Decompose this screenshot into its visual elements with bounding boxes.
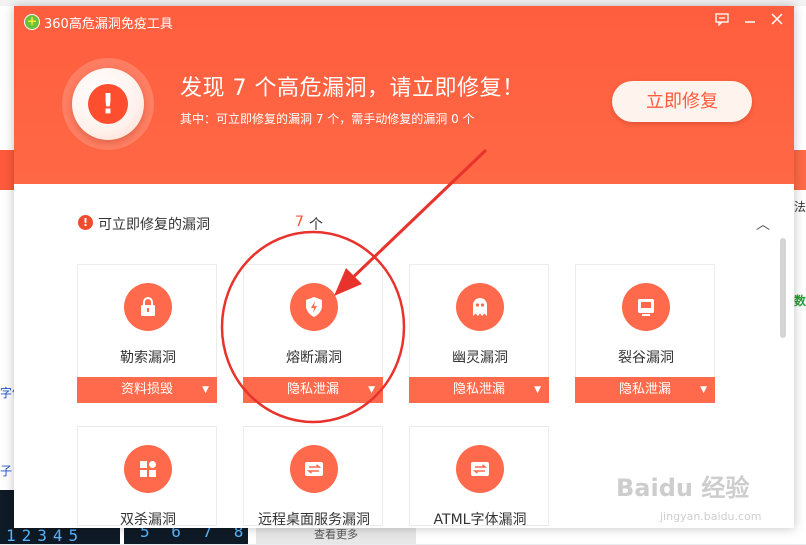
transfer-arrows-icon: [456, 445, 504, 493]
exclamation-icon: !: [88, 84, 128, 124]
warning-dot-icon: !: [78, 215, 93, 230]
transfer-arrows-icon: [290, 445, 338, 493]
background-digits-text: 12345: [6, 526, 85, 545]
vulnerability-card-atml[interactable]: ATML字体漏洞: [409, 426, 549, 528]
window-title: 360高危漏洞免疫工具: [44, 17, 173, 32]
card-risk-dropdown[interactable]: 隐私泄漏 ▼: [575, 377, 715, 403]
headline-text: 发现 7 个高危漏洞，请立即修复！: [180, 76, 525, 101]
card-title: 幽灵漏洞: [452, 350, 508, 366]
background-more-button[interactable]: 查看更多: [256, 526, 416, 544]
card-risk-dropdown[interactable]: 隐私泄漏 ▼: [243, 377, 383, 403]
card-risk-label: 隐私泄漏: [452, 382, 505, 397]
vulnerability-card-ransom[interactable]: 勒索漏洞 资料损毁 ▼: [77, 264, 217, 403]
close-icon[interactable]: [768, 12, 786, 30]
card-title: 裂谷漏洞: [618, 350, 674, 366]
monitor-icon: [622, 283, 670, 331]
app-grid-icon: [124, 445, 172, 493]
section-count-unit: 个: [309, 217, 323, 233]
card-risk-label: 隐私泄漏: [618, 382, 671, 397]
ghost-icon: [456, 283, 504, 331]
card-title: 远程桌面服务漏洞: [258, 512, 370, 528]
background-text-fragment: 法: [794, 200, 806, 214]
vulnerability-card-rift[interactable]: 裂谷漏洞 隐私泄漏 ▼: [575, 264, 715, 403]
vulnerability-card-rdp[interactable]: 远程桌面服务漏洞: [243, 426, 383, 528]
lightning-shield-icon: [290, 283, 338, 331]
dropdown-caret-icon: ▼: [700, 385, 707, 395]
baidu-watermark: Baidu 经验: [616, 474, 750, 502]
section-title: 可立即修复的漏洞: [98, 217, 210, 233]
dropdown-caret-icon: ▼: [368, 385, 375, 395]
card-title: 勒索漏洞: [120, 350, 176, 366]
baidu-watermark-url: jingyan.baidu.com: [660, 510, 762, 523]
dropdown-caret-icon: ▼: [534, 385, 541, 395]
card-risk-label: 隐私泄漏: [286, 382, 339, 397]
scrollbar-thumb[interactable]: [780, 238, 786, 338]
card-risk-dropdown[interactable]: 资料损毁 ▼: [77, 377, 217, 403]
card-risk-dropdown[interactable]: 隐私泄漏 ▼: [409, 377, 549, 403]
card-title: 双杀漏洞: [120, 512, 176, 528]
background-banner-right: [792, 150, 806, 190]
section-count: 7: [295, 214, 304, 230]
title-bar[interactable]: + 360高危漏洞免疫工具: [14, 6, 794, 36]
vulnerability-card-spectre[interactable]: 幽灵漏洞 隐私泄漏 ▼: [409, 264, 549, 403]
vulnerability-card-double-kill[interactable]: 双杀漏洞: [77, 426, 217, 528]
alert-header: + 360高危漏洞免疫工具 ! 发现 7 个高危漏洞，请立即修复！ 其中：可立即…: [14, 6, 794, 184]
background-text-fragment-green: 数: [794, 294, 806, 308]
card-title: 熔断漏洞: [286, 350, 342, 366]
feedback-icon[interactable]: [713, 12, 731, 30]
dropdown-caret-icon: ▼: [202, 385, 209, 395]
card-risk-label: 资料损毁: [120, 382, 173, 397]
vulnerability-card-meltdown[interactable]: 熔断漏洞 隐私泄漏 ▼: [243, 264, 383, 403]
vulnerability-tool-window: + 360高危漏洞免疫工具 ! 发现 7 个高危漏洞，请立即修复！ 其中：可立即…: [14, 6, 794, 528]
repair-now-button[interactable]: 立即修复: [612, 81, 752, 122]
card-title: ATML字体漏洞: [433, 512, 527, 528]
lock-icon: [124, 283, 172, 331]
collapse-chevron-icon[interactable]: ︿: [756, 214, 770, 234]
app-logo-icon: +: [24, 14, 40, 30]
background-link-fragment-2[interactable]: 子: [0, 462, 12, 479]
summary-text: 其中：可立即修复的漏洞 7 个，需手动修复的漏洞 0 个: [180, 112, 475, 126]
minimize-icon[interactable]: [741, 12, 759, 30]
